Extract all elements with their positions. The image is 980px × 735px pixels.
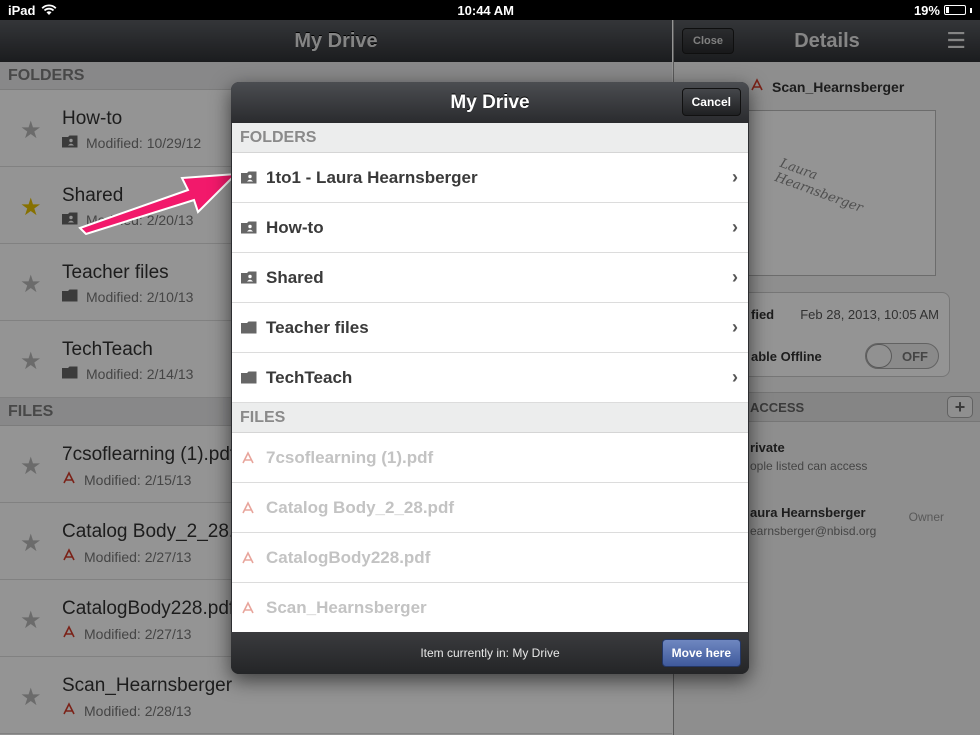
modal-folder-name: Shared	[266, 267, 324, 287]
move-dialog: My Drive Cancel FOLDERS 1to1 - Laura Hea…	[231, 82, 749, 674]
chevron-right-icon: ›	[732, 317, 738, 337]
shared-folder-icon	[241, 271, 257, 284]
folder-icon	[241, 321, 257, 334]
move-dialog-header: My Drive Cancel	[231, 82, 749, 123]
shared-folder-icon	[241, 171, 257, 184]
status-bar: iPad 10:44 AM 19%	[0, 0, 980, 20]
modal-file-row: CatalogBody228.pdf	[232, 533, 748, 583]
move-here-button[interactable]: Move here	[661, 639, 741, 667]
modal-folder-name: How-to	[266, 217, 324, 237]
battery-icon	[943, 5, 966, 15]
folder-icon	[241, 371, 257, 384]
cancel-button[interactable]: Cancel	[681, 88, 741, 116]
modal-file-name: CatalogBody228.pdf	[266, 547, 431, 567]
chevron-right-icon: ›	[732, 167, 738, 187]
chevron-right-icon: ›	[732, 367, 738, 387]
modal-files-header: FILES	[232, 403, 748, 433]
annotation-arrow	[78, 172, 238, 235]
chevron-right-icon: ›	[732, 217, 738, 237]
device-name: iPad	[8, 2, 36, 18]
modal-folder-name: TechTeach	[266, 367, 353, 387]
pdf-icon	[241, 550, 257, 565]
modal-folder-row[interactable]: How-to ›	[232, 203, 748, 253]
modal-folder-row[interactable]: 1to1 - Laura Hearnsberger ›	[232, 153, 748, 203]
modal-file-row: Catalog Body_2_28.pdf	[232, 483, 748, 533]
current-location: Item currently in: My Drive	[420, 646, 560, 660]
modal-folder-name: Teacher files	[266, 317, 369, 337]
wifi-icon	[42, 4, 57, 15]
pdf-icon	[241, 450, 257, 465]
move-dialog-list: FOLDERS 1to1 - Laura Hearnsberger › How-to…	[232, 123, 748, 633]
modal-folder-name: 1to1 - Laura Hearnsberger	[266, 167, 478, 187]
modal-file-name: Scan_Hearnsberger	[266, 597, 427, 617]
modal-folders-header: FOLDERS	[232, 123, 748, 153]
modal-folder-row[interactable]: TechTeach ›	[232, 353, 748, 403]
modal-file-name: 7csoflearning (1).pdf	[266, 447, 434, 467]
pdf-icon	[241, 500, 257, 515]
modal-folder-row[interactable]: Teacher files ›	[232, 303, 748, 353]
modal-folder-row[interactable]: Shared ›	[232, 253, 748, 303]
pdf-icon	[241, 600, 257, 615]
clock: 10:44 AM	[457, 2, 515, 18]
modal-file-name: Catalog Body_2_28.pdf	[266, 497, 454, 517]
move-dialog-footer: Item currently in: My Drive Move here	[231, 632, 749, 674]
battery-percent: 19%	[913, 2, 940, 18]
modal-file-row: Scan_Hearnsberger	[232, 583, 748, 633]
move-dialog-title: My Drive	[450, 91, 530, 113]
shared-folder-icon	[241, 221, 257, 234]
modal-file-row: 7csoflearning (1).pdf	[232, 433, 748, 483]
chevron-right-icon: ›	[732, 267, 738, 287]
